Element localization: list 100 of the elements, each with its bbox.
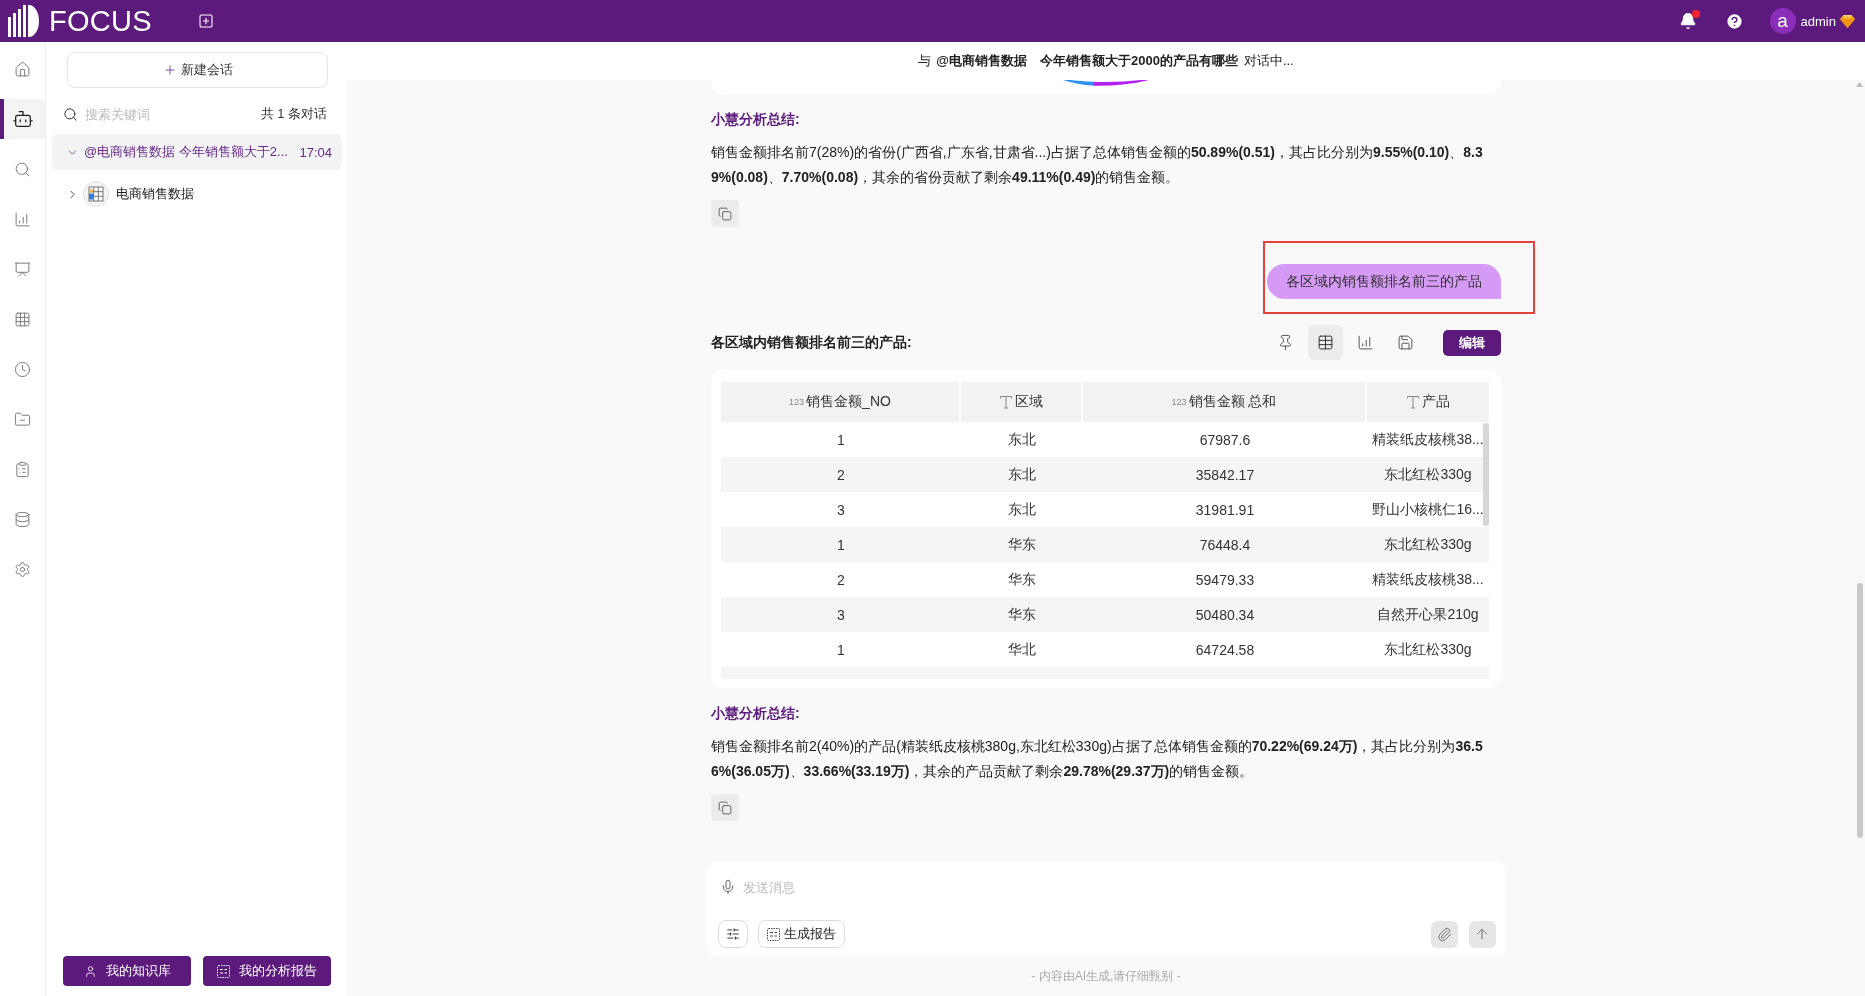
pin-icon xyxy=(1277,334,1294,351)
copy-icon xyxy=(718,800,732,815)
scroll-up-icon[interactable] xyxy=(1856,82,1863,87)
user-avatar[interactable]: a xyxy=(1769,8,1796,34)
dataset-name: @电商销售数据 xyxy=(936,52,1027,70)
new-chat-button[interactable]: 新建会话 xyxy=(67,52,328,88)
summary-title: 小慧分析总结: xyxy=(711,110,801,129)
message-input[interactable]: 发送消息 xyxy=(742,879,1496,895)
dataset-item[interactable]: 电商销售数据 xyxy=(116,185,194,203)
table-cell-text: 精装纸皮核桃38... xyxy=(1371,569,1485,589)
copy-button[interactable] xyxy=(711,794,739,821)
column-label: 产品 xyxy=(1422,393,1450,411)
table-cell-text: 59479.33 xyxy=(1194,570,1256,590)
grid-icon xyxy=(14,310,31,328)
send-button[interactable] xyxy=(1468,920,1496,948)
bar-chart-icon xyxy=(1357,334,1374,351)
logo-text: FOCUS xyxy=(49,6,152,36)
table-cell-text: 1 xyxy=(836,535,846,555)
table-cell-text: 31981.91 xyxy=(1194,500,1256,520)
logo-icon xyxy=(8,5,39,37)
table-view-button[interactable] xyxy=(1308,325,1343,360)
question-text: 今年销售额大于2000的产品有哪些 xyxy=(1039,52,1238,70)
table-cell-text: 东北 xyxy=(1007,429,1037,449)
table-cell-text: 50480.34 xyxy=(1194,605,1256,625)
search-icon xyxy=(63,106,78,122)
home-icon xyxy=(14,60,31,78)
table-cell-text: 3 xyxy=(836,500,846,520)
header-prefix: 与 xyxy=(918,52,932,70)
plus-icon xyxy=(162,63,177,77)
table-cell-text: 东北红松330g xyxy=(1383,639,1473,659)
table-cell-text: 东北 xyxy=(1007,499,1037,519)
save-icon xyxy=(1397,334,1414,351)
ai-disclaimer: - 内容由AI生成,请仔细甄别 - xyxy=(1030,967,1182,985)
sliders-icon xyxy=(725,927,740,941)
diamond-icon xyxy=(1840,14,1855,28)
column-label: 区域 xyxy=(1015,393,1043,411)
dataset-table-icon xyxy=(83,181,109,207)
table-cell-text: 精装纸皮核桃38... xyxy=(1371,429,1485,449)
table-cell-text: 1 xyxy=(836,430,846,450)
user-name[interactable]: admin xyxy=(1800,13,1836,29)
table-cell-text: 67987.6 xyxy=(1198,430,1252,450)
table-cell-text: 2 xyxy=(836,570,846,590)
help-icon[interactable] xyxy=(1724,11,1744,31)
table-cell-text: 华东 xyxy=(1007,569,1037,589)
summary-text: 销售金额排名前7(28%)的省份(广西省,广东省,甘肃省...)占据了总体销售金额的50.89%(0.51)，其占比分别为9.55%(0.10)、8.39%(0.08)、7.70%(0.08)，其余的省份贡献了剩余49.11%(0.49)的销售金额。 xyxy=(711,143,1484,187)
conversation-count: 共 1 条对话 xyxy=(260,105,327,123)
conversation-title: @电商销售数据 今年销售额大于2... xyxy=(84,143,289,161)
bell-icon[interactable] xyxy=(1678,12,1697,30)
bar-chart-icon xyxy=(14,210,31,228)
user-message-bubble: 各区域内销售额排名前三的产品 xyxy=(1267,264,1501,299)
analysis-report-button[interactable]: 我的分析报告 xyxy=(203,956,331,986)
conversation-item[interactable]: @电商销售数据 今年销售额大于2... 17:04 xyxy=(52,134,342,170)
summary-title: 小慧分析总结: xyxy=(711,704,801,723)
nav-item[interactable] xyxy=(0,99,45,139)
scrollbar-thumb[interactable] xyxy=(1483,423,1489,526)
table-cell-text: 3 xyxy=(836,605,846,625)
copy-icon xyxy=(718,206,732,221)
text-type-icon xyxy=(999,395,1013,409)
person-icon xyxy=(83,964,97,978)
column-label: 销售金额_NO xyxy=(806,393,891,411)
column-label: 销售金额 总和 xyxy=(1188,393,1277,411)
table-cell-text: 自然开心果210g xyxy=(1376,604,1480,624)
table-cell-text: 1 xyxy=(836,640,846,660)
add-tab-icon[interactable] xyxy=(198,13,214,29)
report-icon xyxy=(217,964,230,978)
table-cell-text: 35842.17 xyxy=(1194,465,1256,485)
table-cell-text: 野山小核桃仁16... xyxy=(1371,499,1485,519)
attach-button[interactable] xyxy=(1430,920,1458,948)
copy-button[interactable] xyxy=(711,200,739,227)
text-type-icon xyxy=(1406,395,1420,409)
table-cell-text: 76448.4 xyxy=(1198,535,1252,555)
search-field[interactable]: 搜索关键词 xyxy=(85,106,254,122)
settings-icon xyxy=(14,560,31,578)
table-cell-text: 华东 xyxy=(1007,534,1037,554)
paperclip-icon xyxy=(1436,926,1452,942)
scrollbar-thumb[interactable] xyxy=(1857,583,1863,838)
settings-button[interactable] xyxy=(717,920,748,948)
knowledge-base-button[interactable]: 我的知识库 xyxy=(63,956,191,986)
number-type-tag: 123 xyxy=(1171,397,1187,407)
table-cell-text: 华北 xyxy=(1007,639,1037,659)
edit-button[interactable]: 编辑 xyxy=(1443,329,1501,356)
table-cell-text: 东北 xyxy=(1007,464,1037,484)
presentation-icon xyxy=(14,260,31,278)
result-title: 各区域内销售额排名前三的产品: xyxy=(711,333,913,352)
clipboard-icon xyxy=(14,460,31,478)
table-cell-text: 东北红松330g xyxy=(1383,464,1473,484)
database-icon xyxy=(14,510,31,528)
folder-icon xyxy=(14,410,31,428)
table-cell-text: 2 xyxy=(836,465,846,485)
status-text: 对话中... xyxy=(1243,52,1294,70)
summary-text: 销售金额排名前2(40%)的产品(精装纸皮核桃380g,东北红松330g)占据了总体销售金额的70.22%(69.24万)，其占比分别为36.56%(36.05万)、33.66%(33.19万)，其余的产品贡献了剩余29.78%(29.37万)的销售金额。 xyxy=(711,737,1484,781)
conversation-time: 17:04 xyxy=(299,144,332,160)
table-cell-text: 东北红松330g xyxy=(1383,534,1473,554)
robot-icon xyxy=(11,108,34,130)
table-cell-text: 64724.58 xyxy=(1194,640,1256,660)
table-icon xyxy=(1317,334,1334,351)
table-cell-text: 华东 xyxy=(1007,604,1037,624)
generate-report-button[interactable]: 生成报告 xyxy=(757,920,845,948)
search-icon xyxy=(14,160,31,178)
number-type-tag: 123 xyxy=(789,397,805,407)
